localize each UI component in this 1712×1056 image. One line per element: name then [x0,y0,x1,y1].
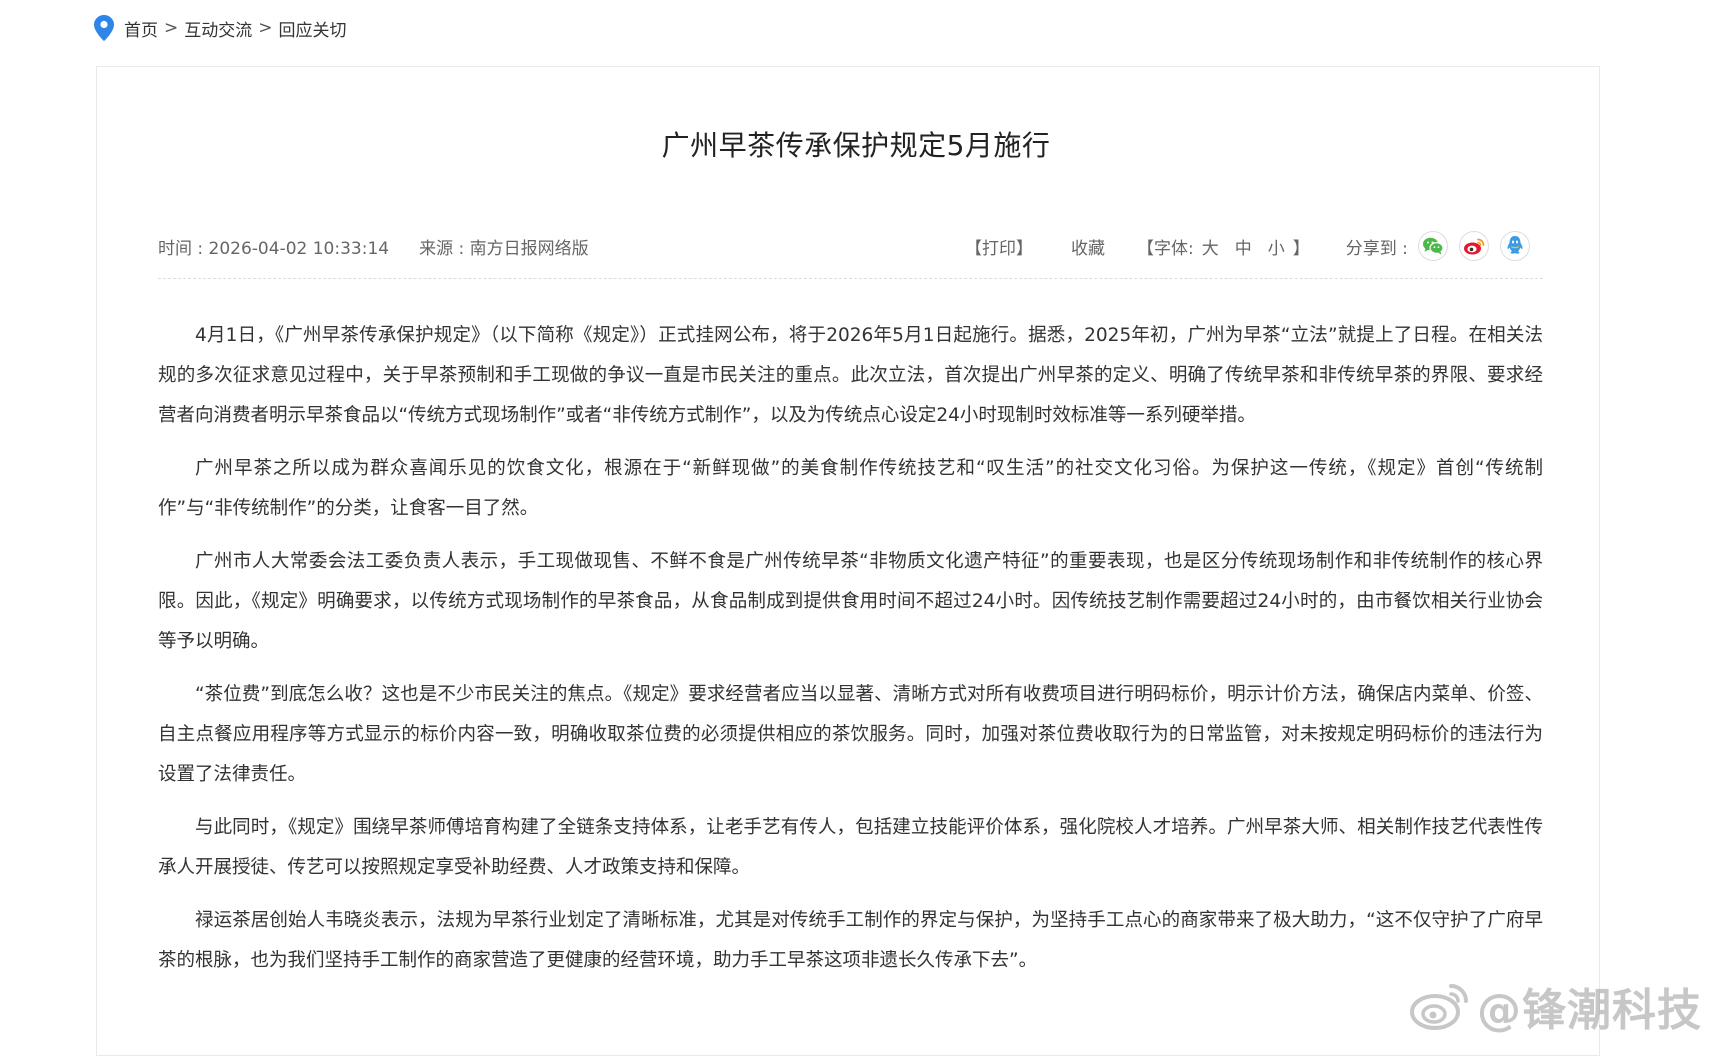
weibo-watermark-icon [1409,980,1471,1032]
breadcrumb-separator: > [164,18,178,38]
watermark-text: @锋潮科技 [1477,974,1702,1038]
article-meta: 时间 : 2026-04-02 10:33:14 来源 : 南方日报网络版 [158,229,589,263]
font-size-label: 【字体: [1137,234,1194,259]
article-source: 来源 : 南方日报网络版 [419,234,589,259]
article-body: 4月1日，《广州早茶传承保护规定》（以下简称《规定》）正式挂网公布，将于2026… [158,316,1543,994]
font-small-button[interactable]: 小 [1268,234,1285,259]
article-paragraph: 广州市人大常委会法工委负责人表示，手工现做现售、不鲜不食是广州传统早茶“非物质文… [158,542,1543,662]
font-large-button[interactable]: 大 [1202,234,1219,259]
share-weibo-button[interactable] [1459,231,1489,261]
publish-time: 时间 : 2026-04-02 10:33:14 [158,234,389,259]
breadcrumb-separator: > [258,18,272,38]
font-size-close: 】 [1293,234,1310,259]
share-label: 分享到 : [1346,234,1408,259]
breadcrumb-home-link[interactable]: 首页 [124,16,158,41]
article-paragraph: 禄运茶居创始人韦晓炎表示，法规为早茶行业划定了清晰标准，尤其是对传统手工制作的界… [158,901,1543,981]
wechat-icon [1422,236,1444,256]
breadcrumb: 首页 > 互动交流 > 回应关切 [94,14,347,42]
article-paragraph: 4月1日，《广州早茶传承保护规定》（以下简称《规定》）正式挂网公布，将于2026… [158,316,1543,436]
article-tools: 【打印】 收藏 【字体: 大 中 小 】 分享到 : [965,229,1541,263]
breadcrumb-current-link[interactable]: 回应关切 [279,16,347,41]
share-qq-button[interactable] [1500,231,1530,261]
meta-divider [158,278,1543,279]
font-medium-button[interactable]: 中 [1235,234,1252,259]
qq-icon [1505,235,1525,257]
article-paragraph: 广州早茶之所以成为群众喜闻乐见的饮食文化，根源在于“新鲜现做”的美食制作传统技艺… [158,449,1543,529]
article-paragraph: 与此同时，《规定》围绕早茶师傅培育构建了全链条支持体系，让老手艺有传人，包括建立… [158,808,1543,888]
weibo-icon [1463,236,1485,256]
article-paragraph: “茶位费”到底怎么收？这也是不少市民关注的焦点。《规定》要求经营者应当以显著、清… [158,675,1543,795]
print-button[interactable]: 【打印】 [965,234,1033,259]
location-pin-icon [94,15,114,41]
article-title: 广州早茶传承保护规定5月施行 [0,124,1712,164]
font-size-control: 【字体: 大 中 小 】 [1137,234,1310,259]
breadcrumb-section-link[interactable]: 互动交流 [184,16,252,41]
favorite-button[interactable]: 收藏 [1071,234,1105,259]
share-wechat-button[interactable] [1418,231,1448,261]
watermark: @锋潮科技 [1409,978,1702,1034]
